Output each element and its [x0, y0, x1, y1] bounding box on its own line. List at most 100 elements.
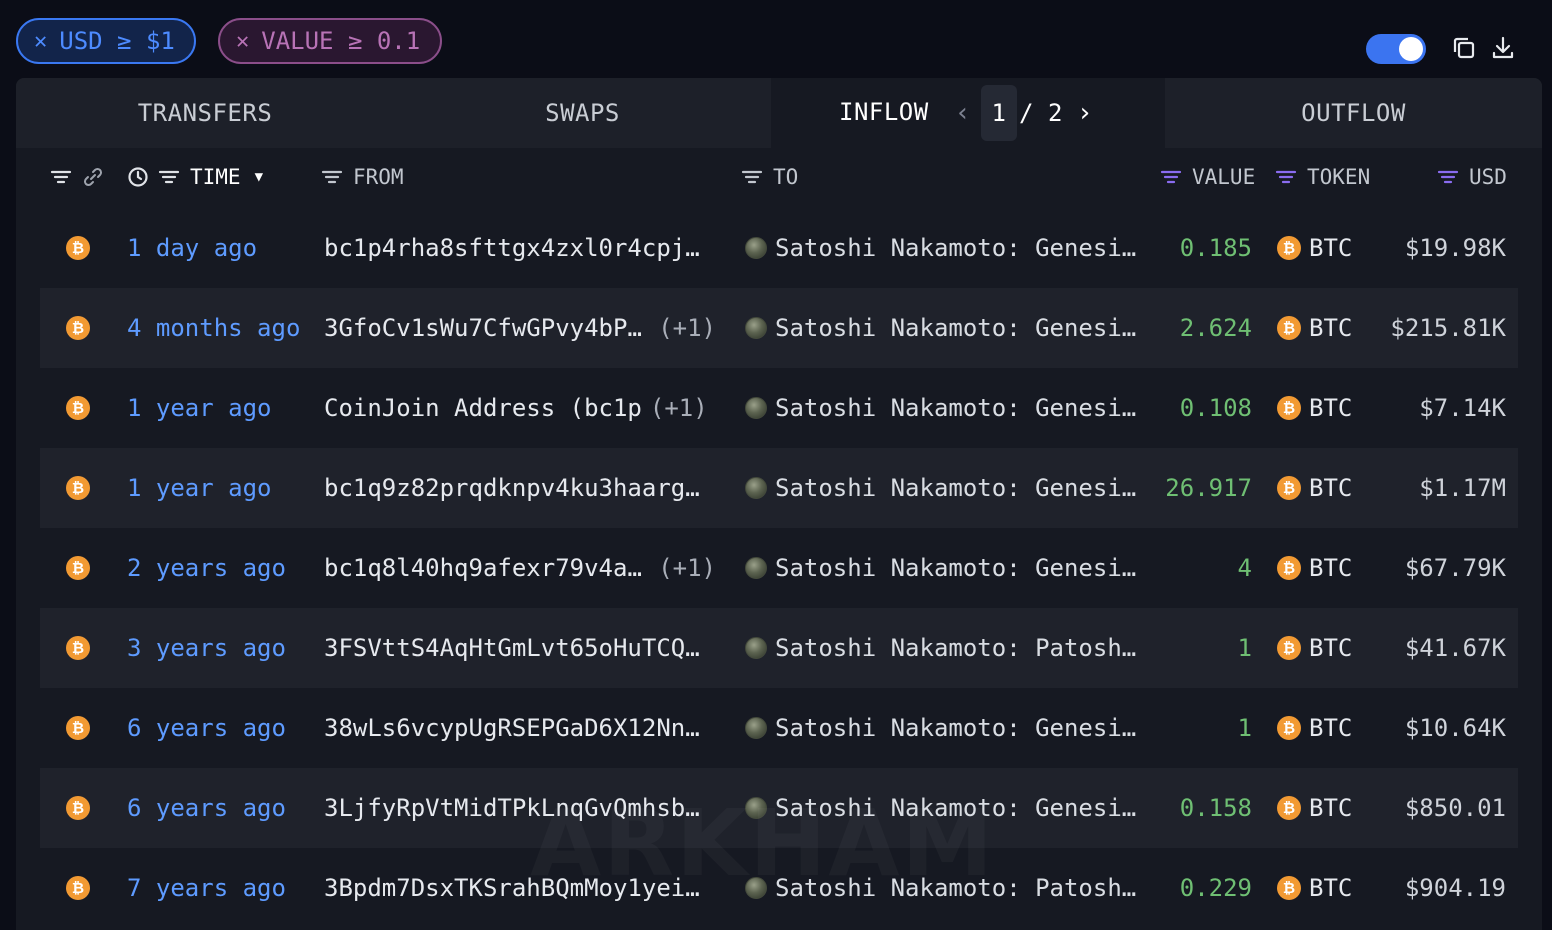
- token-cell[interactable]: ₿ BTC: [1277, 713, 1352, 743]
- token-symbol: BTC: [1309, 874, 1353, 902]
- to-entity[interactable]: Satoshi Nakamoto: Genesis Address: [775, 473, 1137, 503]
- table-row[interactable]: ₿ 3 years ago 3FSVttS4AqHtGmLvt65oHuTCQP…: [40, 608, 1518, 688]
- to-cell[interactable]: Satoshi Nakamoto: Genesis Address: [745, 233, 1137, 263]
- to-entity[interactable]: Satoshi Nakamoto: Genesis Address: [775, 553, 1137, 583]
- tab-swaps[interactable]: SWAPS: [394, 78, 771, 148]
- to-entity[interactable]: Satoshi Nakamoto: Patoshi Miner: [775, 633, 1137, 663]
- entity-avatar: [745, 877, 767, 899]
- table-row[interactable]: ₿ 1 day ago bc1p4rha8sfttgx4zxl0r4cpjcqv…: [40, 208, 1518, 288]
- filter-chip-value[interactable]: ✕ VALUE ≥ 0.1: [218, 18, 442, 64]
- from-cell[interactable]: 3GfoCv1sWu7CfwGPvy4bPq8w (+1): [324, 313, 716, 343]
- from-address[interactable]: 3Bpdm7DsxTKSrahBQmMoy1yeirz: [324, 873, 708, 903]
- to-entity[interactable]: Satoshi Nakamoto: Genesis Address: [775, 233, 1137, 263]
- table-row[interactable]: ₿ 6 years ago 38wLs6vcypUgRSEPGaD6X12NnU…: [40, 688, 1518, 768]
- filter-chip-usd[interactable]: ✕ USD ≥ $1: [16, 18, 196, 64]
- from-address[interactable]: 3LjfyRpVtMidTPkLnqGvQmhsbYz: [324, 793, 708, 823]
- from-address[interactable]: bc1q9z82prqdknpv4ku3haargex7: [324, 473, 708, 503]
- table-row[interactable]: ₿ 7 years ago 3Bpdm7DsxTKSrahBQmMoy1yeir…: [40, 848, 1518, 928]
- close-icon[interactable]: ✕: [236, 29, 249, 54]
- to-column-header[interactable]: TO: [741, 162, 798, 192]
- token-cell[interactable]: ₿ BTC: [1277, 793, 1352, 823]
- to-cell[interactable]: Satoshi Nakamoto: Genesis Address: [745, 553, 1137, 583]
- page-current[interactable]: 1: [981, 85, 1017, 141]
- value-column-header[interactable]: VALUE: [1160, 162, 1255, 192]
- time-cell[interactable]: 1 year ago: [127, 393, 272, 423]
- value-cell: 0.185: [1179, 234, 1252, 262]
- token-column-header[interactable]: TOKEN: [1275, 162, 1370, 192]
- from-cell[interactable]: bc1q9z82prqdknpv4ku3haargex7: [324, 473, 716, 503]
- token-cell[interactable]: ₿ BTC: [1277, 313, 1352, 343]
- tab-inflow[interactable]: INFLOW ‹ 1 / 2 ›: [771, 78, 1165, 148]
- time-cell[interactable]: 2 years ago: [127, 553, 286, 583]
- bitcoin-icon: ₿: [1277, 476, 1301, 500]
- to-entity[interactable]: Satoshi Nakamoto: Genesis Address: [775, 793, 1137, 823]
- usd-cell: $10.64K: [1404, 714, 1506, 742]
- from-label: FROM: [353, 165, 404, 189]
- from-column-header[interactable]: FROM: [321, 162, 404, 192]
- to-cell[interactable]: Satoshi Nakamoto: Genesis Address: [745, 793, 1137, 823]
- from-cell[interactable]: 3Bpdm7DsxTKSrahBQmMoy1yeirz: [324, 873, 716, 903]
- from-address[interactable]: bc1q8l40hq9afexr79v4a2x: [324, 553, 650, 583]
- download-icon[interactable]: [1489, 34, 1517, 62]
- to-cell[interactable]: Satoshi Nakamoto: Patoshi Miner: [745, 633, 1137, 663]
- time-cell[interactable]: 7 years ago: [127, 873, 286, 903]
- table-row[interactable]: ₿ 2 years ago bc1q8l40hq9afexr79v4a2x (+…: [40, 528, 1518, 608]
- token-cell[interactable]: ₿ BTC: [1277, 393, 1352, 423]
- to-cell[interactable]: Satoshi Nakamoto: Genesis Address: [745, 393, 1137, 423]
- table-row[interactable]: ₿ 1 year ago bc1q9z82prqdknpv4ku3haargex…: [40, 448, 1518, 528]
- close-icon[interactable]: ✕: [34, 29, 47, 54]
- token-label: TOKEN: [1307, 165, 1371, 189]
- time-cell[interactable]: 6 years ago: [127, 713, 286, 743]
- from-cell[interactable]: CoinJoin Address (bc1p (+1): [324, 393, 716, 423]
- time-cell[interactable]: 6 years ago: [127, 793, 286, 823]
- from-address[interactable]: bc1p4rha8sfttgx4zxl0r4cpjcqvg: [324, 233, 708, 263]
- time-cell[interactable]: 1 day ago: [127, 233, 257, 263]
- time-cell[interactable]: 1 year ago: [127, 473, 272, 503]
- link-icon[interactable]: [82, 162, 104, 192]
- to-entity[interactable]: Satoshi Nakamoto: Patoshi Miner: [775, 873, 1137, 903]
- from-address[interactable]: 38wLs6vcypUgRSEPGaD6X12NnUw: [324, 713, 708, 743]
- copy-icon[interactable]: [1450, 34, 1478, 62]
- chevron-left-icon[interactable]: ‹: [951, 98, 975, 128]
- usd-label: USD: [1469, 165, 1507, 189]
- token-cell[interactable]: ₿ BTC: [1277, 553, 1352, 583]
- table-row[interactable]: ₿ 6 years ago 3LjfyRpVtMidTPkLnqGvQmhsbY…: [40, 768, 1518, 848]
- sort-desc-icon[interactable]: ▼: [255, 169, 263, 185]
- token-cell[interactable]: ₿ BTC: [1277, 473, 1352, 503]
- tab-transfers[interactable]: TRANSFERS: [16, 78, 394, 148]
- token-cell[interactable]: ₿ BTC: [1277, 633, 1352, 663]
- to-cell[interactable]: Satoshi Nakamoto: Genesis Address: [745, 713, 1137, 743]
- from-cell[interactable]: 38wLs6vcypUgRSEPGaD6X12NnUw: [324, 713, 716, 743]
- time-column-header[interactable]: TIME ▼: [158, 162, 263, 192]
- table-header: TIME ▼ FROM TO VALUE TOKEN USD: [16, 148, 1542, 206]
- from-address[interactable]: 3FSVttS4AqHtGmLvt65oHuTCQPq: [324, 633, 708, 663]
- from-cell[interactable]: bc1q8l40hq9afexr79v4a2x (+1): [324, 553, 716, 583]
- token-cell[interactable]: ₿ BTC: [1277, 233, 1352, 263]
- token-symbol: BTC: [1309, 394, 1353, 422]
- from-cell[interactable]: 3LjfyRpVtMidTPkLnqGvQmhsbYz: [324, 793, 716, 823]
- table-row[interactable]: ₿ 1 year ago CoinJoin Address (bc1p (+1)…: [40, 368, 1518, 448]
- to-cell[interactable]: Satoshi Nakamoto: Genesis Address: [745, 473, 1137, 503]
- from-extra-count[interactable]: (+1): [658, 553, 716, 583]
- to-cell[interactable]: Satoshi Nakamoto: Genesis Address: [745, 313, 1137, 343]
- from-cell[interactable]: bc1p4rha8sfttgx4zxl0r4cpjcqvg: [324, 233, 716, 263]
- to-entity[interactable]: Satoshi Nakamoto: Genesis Address: [775, 713, 1137, 743]
- usd-cell: $19.98K: [1404, 234, 1506, 262]
- token-cell[interactable]: ₿ BTC: [1277, 873, 1352, 903]
- from-extra-count[interactable]: (+1): [658, 313, 716, 343]
- view-toggle[interactable]: [1366, 34, 1426, 64]
- time-cell[interactable]: 4 months ago: [127, 313, 300, 343]
- usd-column-header[interactable]: USD: [1437, 162, 1507, 192]
- from-cell[interactable]: 3FSVttS4AqHtGmLvt65oHuTCQPq: [324, 633, 716, 663]
- time-cell[interactable]: 3 years ago: [127, 633, 286, 663]
- filter-icon[interactable]: [50, 162, 72, 192]
- to-cell[interactable]: Satoshi Nakamoto: Patoshi Miner: [745, 873, 1137, 903]
- to-entity[interactable]: Satoshi Nakamoto: Genesis Address: [775, 393, 1137, 423]
- table-row[interactable]: ₿ 4 months ago 3GfoCv1sWu7CfwGPvy4bPq8w …: [40, 288, 1518, 368]
- chevron-right-icon[interactable]: ›: [1073, 98, 1097, 128]
- from-extra-count[interactable]: (+1): [650, 393, 708, 423]
- from-address[interactable]: CoinJoin Address (bc1p: [324, 393, 642, 423]
- tab-outflow[interactable]: OUTFLOW: [1165, 78, 1542, 148]
- to-entity[interactable]: Satoshi Nakamoto: Genesis Address: [775, 313, 1137, 343]
- from-address[interactable]: 3GfoCv1sWu7CfwGPvy4bPq8w: [324, 313, 650, 343]
